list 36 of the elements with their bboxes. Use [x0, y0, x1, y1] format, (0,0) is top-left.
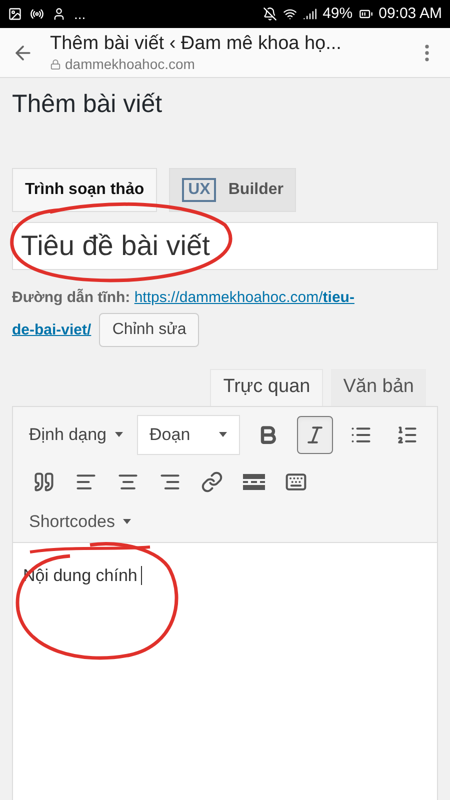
paragraph-select[interactable]: Đoạn — [136, 414, 240, 454]
person-icon — [52, 7, 66, 21]
editor-mode-tab[interactable]: Trình soạn thảo — [12, 168, 158, 212]
hotspot-icon — [30, 7, 44, 21]
editor-tab[interactable]: Trực quan — [210, 368, 324, 406]
signal-icon — [302, 7, 317, 21]
picture-icon — [8, 7, 22, 21]
editor-tab[interactable]: Văn bản — [331, 368, 426, 406]
caret-icon — [114, 432, 123, 437]
editor-mode-tab[interactable]: UX Builder — [169, 168, 296, 212]
read-more-icon — [243, 472, 265, 490]
permalink-link[interactable]: de-bai-viet/ — [12, 321, 92, 338]
keyboard-icon — [285, 470, 307, 492]
url-text: dammekhoahoc.com — [65, 56, 195, 74]
page-tab-title: Thêm bài viết ‹ Đam mê khoa họ... — [50, 32, 342, 56]
battery-icon — [358, 7, 373, 21]
battery-percent: 49% — [322, 4, 353, 24]
caret-icon — [123, 518, 131, 524]
caret-icon — [219, 432, 228, 437]
format-menu[interactable]: Định dạng — [25, 422, 127, 448]
wifi-icon — [282, 7, 297, 21]
quote-icon — [33, 470, 55, 492]
lock-icon — [50, 58, 61, 70]
edit-permalink-button[interactable]: Chỉnh sửa — [99, 312, 200, 346]
clock: 09:03 AM — [378, 4, 442, 24]
link-icon — [201, 470, 223, 492]
notification-dots: ... — [74, 4, 86, 24]
toolbar-button[interactable] — [296, 416, 333, 454]
page-heading: Thêm bài viết — [12, 89, 164, 120]
ux-badge: UX — [182, 178, 216, 202]
shortcodes-menu[interactable]: Shortcodes — [25, 508, 135, 534]
numbered-list-icon — [396, 424, 418, 446]
mute-icon — [262, 7, 277, 21]
permalink-link[interactable]: https://dammekhoahoc.com/tieu- — [134, 288, 354, 306]
title-field[interactable]: Tiêu đề bài viết — [12, 222, 438, 270]
permalink-label: Đường dẫn tĩnh: — [12, 288, 130, 306]
